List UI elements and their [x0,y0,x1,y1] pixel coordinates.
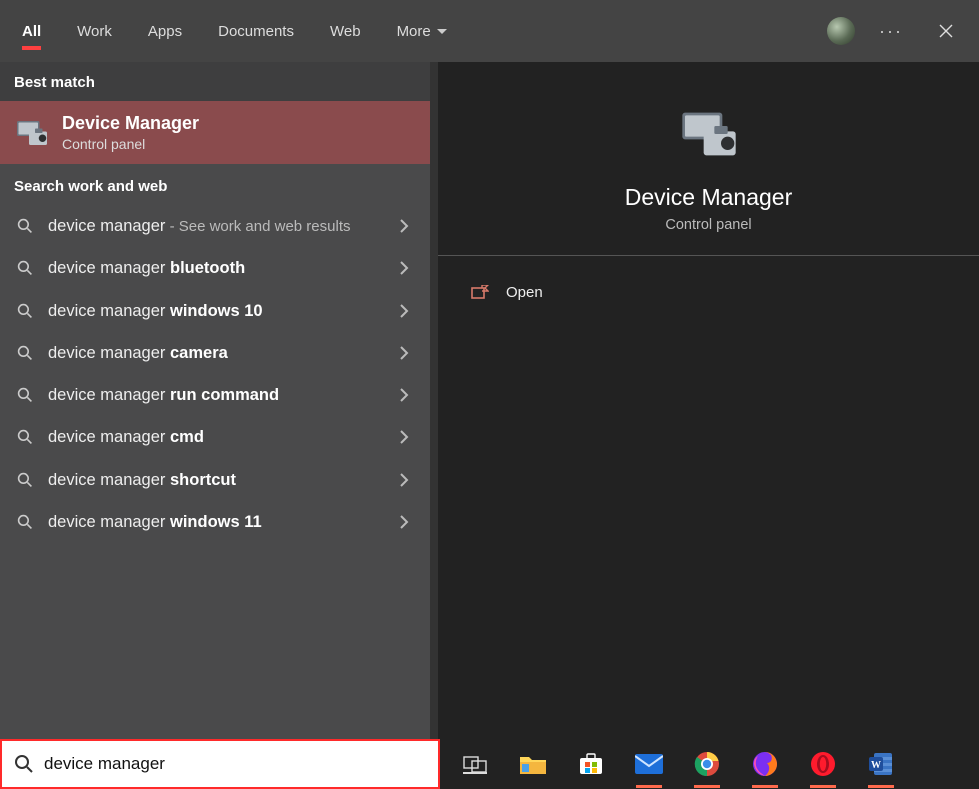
close-icon [939,24,953,38]
device-manager-icon [677,102,741,166]
suggestion-item[interactable]: device manager cmd [0,416,430,458]
tab-all-label: All [22,23,41,40]
search-web-header: Search work and web [0,164,430,205]
best-match-header: Best match [0,62,430,101]
suggestion-item[interactable]: device manager run command [0,374,430,416]
suggestion-text: device manager camera [48,342,392,364]
suggestion-item[interactable]: device manager camera [0,332,430,374]
tab-more[interactable]: More [379,0,465,62]
taskbar-mail[interactable] [632,747,666,781]
suggestion-text: device manager windows 11 [48,511,392,533]
chevron-right-icon [392,430,416,444]
search-icon [14,754,34,774]
preview-pane: Device Manager Control panel Open [430,62,979,739]
preview-header: Device Manager Control panel [438,62,979,256]
tab-work[interactable]: Work [59,0,130,62]
chevron-right-icon [392,261,416,275]
options-button[interactable]: ··· [867,21,915,42]
search-icon [14,218,36,234]
tab-all[interactable]: All [4,0,59,62]
suggestion-text: device manager run command [48,384,392,406]
search-tabs: All Work Apps Documents Web More ··· [0,0,979,62]
chevron-down-icon [437,23,447,40]
suggestion-text: device manager windows 10 [48,300,392,322]
tab-documents[interactable]: Documents [200,0,312,62]
bottom-bar: W [0,739,979,789]
suggestion-text: device manager cmd [48,426,392,448]
taskbar-file-explorer[interactable] [516,747,550,781]
search-icon [14,429,36,445]
preview-title: Device Manager [625,184,792,211]
search-icon [14,387,36,403]
tab-work-label: Work [77,23,112,40]
taskbar-word[interactable]: W [864,747,898,781]
open-icon [466,285,494,301]
tab-web[interactable]: Web [312,0,379,62]
chevron-right-icon [392,219,416,233]
suggestion-item[interactable]: device manager windows 11 [0,501,430,543]
search-icon [14,472,36,488]
best-match-subtitle: Control panel [62,136,199,152]
suggestion-text: device manager - See work and web result… [48,215,392,237]
search-icon [14,303,36,319]
best-match-result[interactable]: Device Manager Control panel [0,101,430,164]
suggestion-text: device manager bluetooth [48,257,392,279]
suggestion-item[interactable]: device manager windows 10 [0,290,430,332]
suggestion-item[interactable]: device manager - See work and web result… [0,205,430,247]
search-input[interactable] [44,754,426,774]
taskbar-microsoft-store[interactable] [574,747,608,781]
suggestion-item[interactable]: device manager bluetooth [0,247,430,289]
taskbar-task-view[interactable] [458,747,492,781]
device-manager-icon [14,115,50,151]
svg-text:W: W [871,760,881,771]
taskbar: W [440,739,979,789]
taskbar-opera[interactable] [806,747,840,781]
search-icon [14,514,36,530]
tab-web-label: Web [330,23,361,40]
tab-more-label: More [397,23,431,40]
search-box[interactable] [0,739,440,789]
tab-apps[interactable]: Apps [130,0,200,62]
suggestion-item[interactable]: device manager shortcut [0,459,430,501]
preview-subtitle: Control panel [665,217,751,233]
tab-apps-label: Apps [148,23,182,40]
chevron-right-icon [392,304,416,318]
taskbar-firefox[interactable] [748,747,782,781]
tab-documents-label: Documents [218,23,294,40]
best-match-title: Device Manager [62,113,199,134]
close-button[interactable] [923,8,969,54]
suggestion-list: device manager - See work and web result… [0,205,430,739]
suggestion-text: device manager shortcut [48,469,392,491]
chevron-right-icon [392,515,416,529]
search-icon [14,260,36,276]
taskbar-chrome[interactable] [690,747,724,781]
open-label: Open [506,284,543,301]
results-pane: Best match Device Manager Control panel [0,62,430,739]
chevron-right-icon [392,346,416,360]
chevron-right-icon [392,388,416,402]
chevron-right-icon [392,473,416,487]
preview-actions: Open [438,256,979,311]
user-avatar[interactable] [827,17,855,45]
open-action[interactable]: Open [438,274,979,311]
search-icon [14,345,36,361]
